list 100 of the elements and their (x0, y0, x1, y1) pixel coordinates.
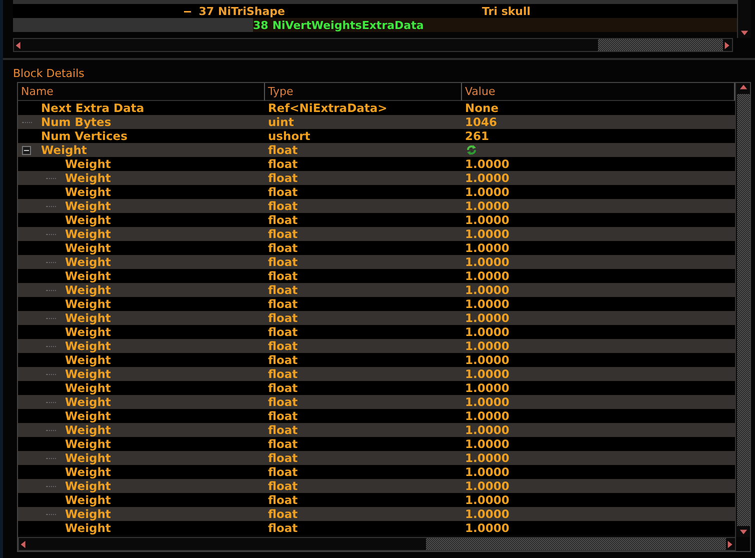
field-type: float (267, 325, 299, 339)
field-type: Ref<NiExtraData> (267, 101, 388, 115)
field-name: Weight (64, 227, 111, 241)
scroll-right-icon[interactable] (726, 540, 735, 548)
field-name: Weight (64, 423, 111, 437)
field-type: float (267, 171, 299, 185)
field-name: Next Extra Data (40, 101, 144, 115)
field-type: float (267, 493, 299, 507)
field-type: float (267, 269, 299, 283)
field-name: Weight (64, 241, 111, 255)
scroll-down-icon[interactable] (740, 29, 749, 38)
field-value: 1.0000 (464, 423, 510, 437)
field-type: float (267, 185, 299, 199)
panel-title: Block Details (13, 66, 86, 82)
field-name: Weight (64, 507, 111, 521)
field-name: Weight (64, 255, 111, 269)
field-value: 1.0000 (464, 395, 510, 409)
field-name: Weight (64, 451, 111, 465)
field-type: float (267, 199, 299, 213)
node-name: NiTriShape (218, 4, 285, 18)
field-name: Weight (64, 409, 111, 423)
field-type: float (267, 311, 299, 325)
field-type: float (267, 437, 299, 451)
field-type: uint (267, 115, 295, 129)
scroll-left-icon[interactable] (19, 540, 28, 548)
field-name: Weight (40, 143, 87, 157)
field-value: 1.0000 (464, 241, 510, 255)
scroll-right-icon[interactable] (723, 40, 732, 50)
field-name: Weight (64, 465, 111, 479)
field-type: float (267, 423, 299, 437)
field-type: ushort (267, 129, 312, 143)
horizontal-scrollbar[interactable] (18, 537, 736, 551)
field-value: 1046 (464, 115, 498, 129)
scroll-up-icon[interactable] (738, 83, 748, 92)
tree-row[interactable]: 37 NiTriShape Tri skull (13, 4, 737, 18)
field-name: Weight (64, 157, 111, 171)
field-name: Weight (64, 171, 111, 185)
horizontal-scrollbar[interactable] (13, 38, 733, 52)
field-name: Weight (64, 381, 111, 395)
field-type: float (267, 465, 299, 479)
field-value: 1.0000 (464, 157, 510, 171)
field-name: Weight (64, 479, 111, 493)
collapse-toggle[interactable] (22, 146, 31, 154)
tree-row[interactable]: 38 NiVertWeightsExtraData (13, 18, 737, 32)
field-value: 1.0000 (464, 479, 510, 493)
field-name: Num Vertices (40, 129, 128, 143)
field-type: float (267, 353, 299, 367)
field-value: 1.0000 (464, 507, 510, 521)
field-name: Weight (64, 339, 111, 353)
scroll-down-icon[interactable] (738, 528, 748, 537)
field-type: float (267, 395, 299, 409)
field-type: float (267, 283, 299, 297)
node-name: NiVertWeightsExtraData (272, 18, 424, 32)
field-value: 1.0000 (464, 339, 510, 353)
field-type: float (267, 297, 299, 311)
field-value: 1.0000 (464, 367, 510, 381)
field-value: 1.0000 (464, 199, 510, 213)
field-type: float (267, 409, 299, 423)
field-name: Weight (64, 493, 111, 507)
field-value: 1.0000 (464, 409, 510, 423)
field-type: float (267, 381, 299, 395)
field-value: 1.0000 (464, 171, 510, 185)
field-value: 1.0000 (464, 311, 510, 325)
field-value: 1.0000 (464, 227, 510, 241)
field-value: 1.0000 (464, 269, 510, 283)
node-number: 37 (198, 4, 214, 18)
field-name: Num Bytes (40, 115, 112, 129)
field-value: 1.0000 (464, 297, 510, 311)
field-value: 1.0000 (464, 521, 510, 535)
field-type: float (267, 479, 299, 493)
node-number: 38 (253, 18, 268, 32)
field-value: 1.0000 (464, 493, 510, 507)
field-value: 261 (464, 129, 490, 143)
field-type: float (267, 521, 299, 535)
field-type: float (267, 507, 299, 521)
scroll-left-icon[interactable] (14, 40, 23, 50)
field-value: 1.0000 (464, 185, 510, 199)
field-type: float (267, 255, 299, 269)
field-name: Weight (64, 311, 111, 325)
refresh-icon (465, 144, 478, 156)
field-type: float (267, 367, 299, 381)
field-value: None (464, 101, 500, 115)
field-name: Weight (64, 521, 111, 535)
field-name: Weight (64, 283, 111, 297)
field-type: float (267, 213, 299, 227)
vertical-scrollbar[interactable] (735, 83, 750, 537)
field-type: float (267, 143, 299, 157)
field-name: Weight (64, 213, 111, 227)
node-value: Tri skull (482, 4, 532, 18)
field-type: float (267, 451, 299, 465)
field-type: float (267, 241, 299, 255)
field-name: Weight (64, 353, 111, 367)
field-name: Weight (64, 199, 111, 213)
field-name: Weight (64, 269, 111, 283)
field-name: Weight (64, 297, 111, 311)
field-name: Weight (64, 325, 111, 339)
field-type: float (267, 157, 299, 171)
field-type: float (267, 339, 299, 353)
field-value: 1.0000 (464, 437, 510, 451)
field-value: 1.0000 (464, 465, 510, 479)
